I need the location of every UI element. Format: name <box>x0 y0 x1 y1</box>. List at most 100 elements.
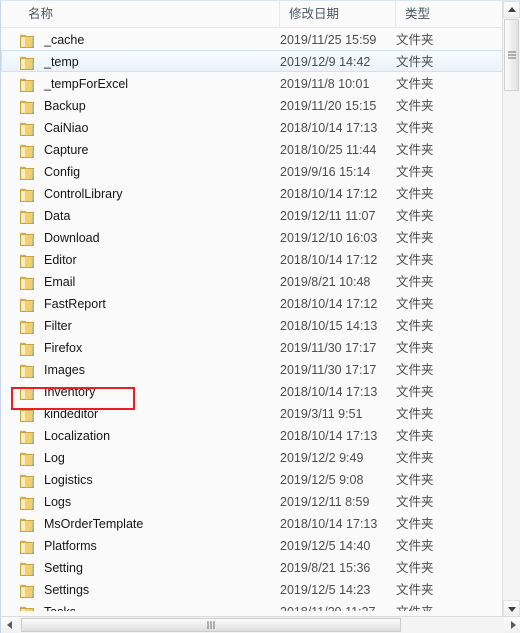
file-row[interactable]: Download 2019/12/10 16:03 文件夹 <box>1 226 503 248</box>
file-list[interactable]: _cache 2019/11/25 15:59 文件夹 _temp 2019/12/9 … <box>1 28 503 611</box>
file-type: 文件夹 <box>396 341 434 355</box>
file-row[interactable]: Settings 2019/12/5 14:23 文件夹 <box>1 578 503 600</box>
scroll-right-button[interactable] <box>504 617 520 633</box>
file-name-cell[interactable]: Download <box>20 227 278 249</box>
triangle-right-icon <box>510 621 516 629</box>
file-name-cell[interactable]: _tempForExcel <box>20 73 278 95</box>
file-name-cell[interactable]: Firefox <box>20 337 278 359</box>
file-row[interactable]: Email 2019/8/21 10:48 文件夹 <box>1 270 503 292</box>
file-type: 文件夹 <box>396 275 434 289</box>
file-row[interactable]: CaiNiao 2018/10/14 17:13 文件夹 <box>1 116 503 138</box>
file-type: 文件夹 <box>396 231 434 245</box>
file-row[interactable]: Platforms 2019/12/5 14:40 文件夹 <box>1 534 503 556</box>
folder-icon <box>20 209 36 224</box>
folder-icon <box>20 451 36 466</box>
scroll-up-button[interactable] <box>503 1 520 18</box>
file-date-modified: 2018/10/14 17:12 <box>280 253 378 267</box>
file-row[interactable]: Inventory 2018/10/14 17:13 文件夹 <box>1 380 503 402</box>
scroll-left-button[interactable] <box>1 617 18 633</box>
folder-icon <box>20 143 36 158</box>
horizontal-scrollbar-thumb[interactable] <box>21 618 401 632</box>
scroll-down-button[interactable] <box>503 600 520 617</box>
column-header-type[interactable]: 类型 <box>395 1 489 28</box>
file-name-cell[interactable]: Images <box>20 359 278 381</box>
file-name-cell[interactable]: Setting <box>20 557 278 579</box>
file-row[interactable]: Logs 2019/12/11 8:59 文件夹 <box>1 490 503 512</box>
vertical-scrollbar[interactable] <box>502 1 520 617</box>
file-name-cell[interactable]: _cache <box>20 29 278 51</box>
file-row[interactable]: Tasks 2018/11/29 11:27文件夹 <box>1 600 503 611</box>
file-name-label: Capture <box>44 143 89 157</box>
folder-icon <box>20 297 36 312</box>
file-row[interactable]: ControlLibrary 2018/10/14 17:12 文件夹 <box>1 182 503 204</box>
file-name-cell[interactable]: CaiNiao <box>20 117 278 139</box>
file-row[interactable]: Filter 2018/10/15 14:13 文件夹 <box>1 314 503 336</box>
column-header-date-modified[interactable]: 修改日期 <box>279 1 395 28</box>
file-name-cell[interactable]: Settings <box>20 579 278 601</box>
file-type: 文件夹 <box>396 99 434 113</box>
file-name-cell[interactable]: Localization <box>20 425 278 447</box>
file-date-modified: 2018/10/14 17:12 <box>280 297 378 311</box>
file-date-modified: 2019/12/11 11:07 <box>280 209 376 223</box>
file-type: 文件夹 <box>396 143 434 157</box>
file-row[interactable]: _cache 2019/11/25 15:59 文件夹 <box>1 28 503 50</box>
file-row[interactable]: Capture 2018/10/25 11:44 文件夹 <box>1 138 503 160</box>
file-name-cell[interactable]: Filter <box>20 315 278 337</box>
file-row[interactable]: Images 2019/11/30 17:17 文件夹 <box>1 358 503 380</box>
file-row[interactable]: Firefox 2019/11/30 17:17 文件夹 <box>1 336 503 358</box>
file-row[interactable]: Backup 2019/11/20 15:15 文件夹 <box>1 94 503 116</box>
scrollbar-grip-icon <box>508 51 516 59</box>
file-name-cell[interactable]: Logs <box>20 491 278 513</box>
file-row[interactable]: kindeditor 2019/3/11 9:51 文件夹 <box>1 402 503 424</box>
file-name-cell[interactable]: Inventory <box>20 381 278 403</box>
file-name-cell[interactable]: Data <box>20 205 278 227</box>
file-name-cell[interactable]: _temp <box>20 51 278 73</box>
file-row[interactable]: Logistics 2019/12/5 9:08 文件夹 <box>1 468 503 490</box>
file-name-cell[interactable]: ControlLibrary <box>20 183 278 205</box>
file-date-modified: 2019/12/2 9:49 <box>280 451 364 465</box>
file-name-cell[interactable]: Editor <box>20 249 278 271</box>
file-name-cell[interactable]: Logistics <box>20 469 278 491</box>
file-name-cell[interactable]: Log <box>20 447 278 469</box>
file-name-cell[interactable]: MsOrderTemplate <box>20 513 278 535</box>
file-name-cell[interactable]: FastReport <box>20 293 278 315</box>
vertical-scrollbar-thumb[interactable] <box>504 19 519 91</box>
file-row[interactable]: Localization 2018/10/14 17:13 文件夹 <box>1 424 503 446</box>
file-row[interactable]: FastReport 2018/10/14 17:12 文件夹 <box>1 292 503 314</box>
file-row[interactable]: Log 2019/12/2 9:49 文件夹 <box>1 446 503 468</box>
file-type: 文件夹 <box>396 33 434 47</box>
file-explorer-window: 名称 修改日期 类型 _cache 2019/11/25 15:59 文件夹 _tem… <box>0 0 520 633</box>
file-row[interactable]: Setting 2019/8/21 15:36 文件夹 <box>1 556 503 578</box>
horizontal-scrollbar[interactable] <box>1 616 520 633</box>
file-name-label: _tempForExcel <box>44 77 129 91</box>
folder-icon <box>20 55 36 70</box>
folder-icon <box>20 187 36 202</box>
file-row[interactable]: Editor 2018/10/14 17:12 文件夹 <box>1 248 503 270</box>
file-row[interactable]: Data 2019/12/11 11:07 文件夹 <box>1 204 503 226</box>
file-name-cell[interactable]: Backup <box>20 95 278 117</box>
file-name-cell[interactable]: Capture <box>20 139 278 161</box>
file-row[interactable]: MsOrderTemplate 2018/10/14 17:13 文件夹 <box>1 512 503 534</box>
file-name-cell[interactable]: Tasks <box>20 601 278 611</box>
column-header-bar: 名称 修改日期 类型 <box>1 1 520 28</box>
folder-icon <box>20 77 36 92</box>
folder-icon <box>20 33 36 48</box>
file-row[interactable]: Config 2019/9/16 15:14 文件夹 <box>1 160 503 182</box>
folder-icon <box>20 539 36 554</box>
file-name-label: Localization <box>44 429 111 443</box>
file-name-cell[interactable]: kindeditor <box>20 403 278 425</box>
folder-icon <box>20 253 36 268</box>
file-type: 文件夹 <box>396 253 434 267</box>
file-row[interactable]: _tempForExcel 2019/11/8 10:01 文件夹 <box>1 72 503 94</box>
file-date-modified: 2019/12/5 14:40 <box>280 539 371 553</box>
file-name-cell[interactable]: Email <box>20 271 278 293</box>
file-name-cell[interactable]: Config <box>20 161 278 183</box>
file-name-cell[interactable]: Platforms <box>20 535 278 557</box>
column-header-name[interactable]: 名称 <box>19 1 279 28</box>
file-date-modified: 2019/12/10 16:03 <box>280 231 378 245</box>
file-date-modified: 2018/10/14 17:12 <box>280 187 378 201</box>
file-name-label: Logistics <box>44 473 93 487</box>
file-name-label: Images <box>44 363 85 377</box>
file-name-label: Tasks <box>44 601 76 611</box>
file-row[interactable]: _temp 2019/12/9 14:42 文件夹 <box>1 50 503 72</box>
